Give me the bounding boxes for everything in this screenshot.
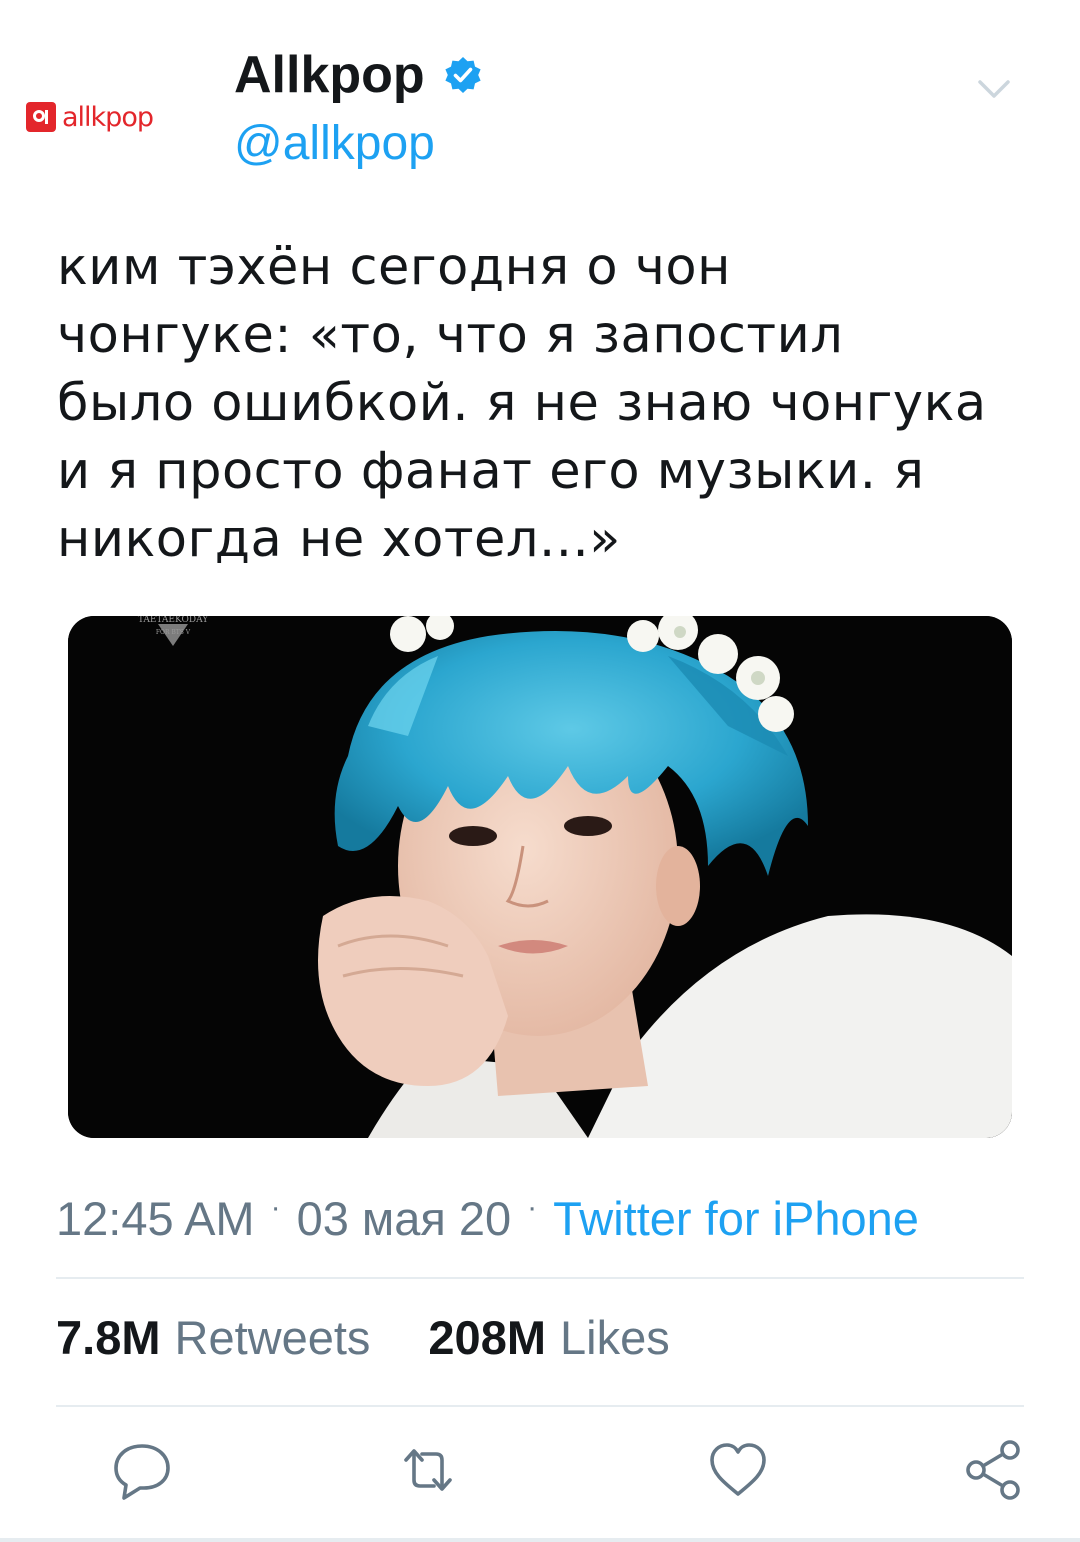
tweet-photo[interactable]: TAETAEKODAY FOR BTS V [68,616,1012,1138]
retweet-icon[interactable] [396,1438,460,1502]
tweet-text: ким тэхён сегодня о чон чонгуке: «то, чт… [57,238,987,569]
tweet-stats: 7.8M Retweets 208M Likes [56,1310,670,1370]
avatar[interactable]: allkpop [26,92,186,142]
photo-watermark-sub: FOR BTS V [156,629,191,636]
handle[interactable]: @allkpop [234,117,435,171]
tweet-date: 03 мая 20 [296,1191,512,1245]
avatar-logo-text: allkpop [62,101,154,133]
likes-count[interactable]: 208M [428,1310,546,1365]
photo-illustration: TAETAEKODAY FOR BTS V [68,616,1012,1138]
tweet-source-link[interactable]: Twitter for iPhone [553,1191,919,1246]
retweets-label[interactable]: Retweets [175,1310,371,1365]
divider [56,1277,1024,1279]
tweet-card: allkpop Allkpop @allkpop ким тэхён сегод… [0,0,1080,1542]
chevron-down-icon[interactable] [972,70,1016,106]
verified-badge-icon [445,57,481,93]
display-name[interactable]: Allkpop [234,49,425,101]
tweet-time: 12:45 AM [56,1191,255,1245]
tweet-meta: 12:45 AM · 03 мая 20 · Twitter for iPhon… [56,1188,919,1248]
likes-label[interactable]: Likes [560,1310,670,1365]
meta-separator: · [270,1191,281,1224]
reply-icon[interactable] [110,1438,174,1502]
retweets-count[interactable]: 7.8M [56,1310,161,1365]
bottom-border [0,1538,1080,1542]
meta-separator: · [527,1191,538,1224]
divider [56,1405,1024,1407]
share-icon[interactable] [962,1438,1026,1502]
heart-icon[interactable] [706,1438,770,1502]
photo-watermark: TAETAEKODAY [138,616,209,625]
name-row: Allkpop [234,42,483,108]
allkpop-logo-icon [26,102,56,132]
